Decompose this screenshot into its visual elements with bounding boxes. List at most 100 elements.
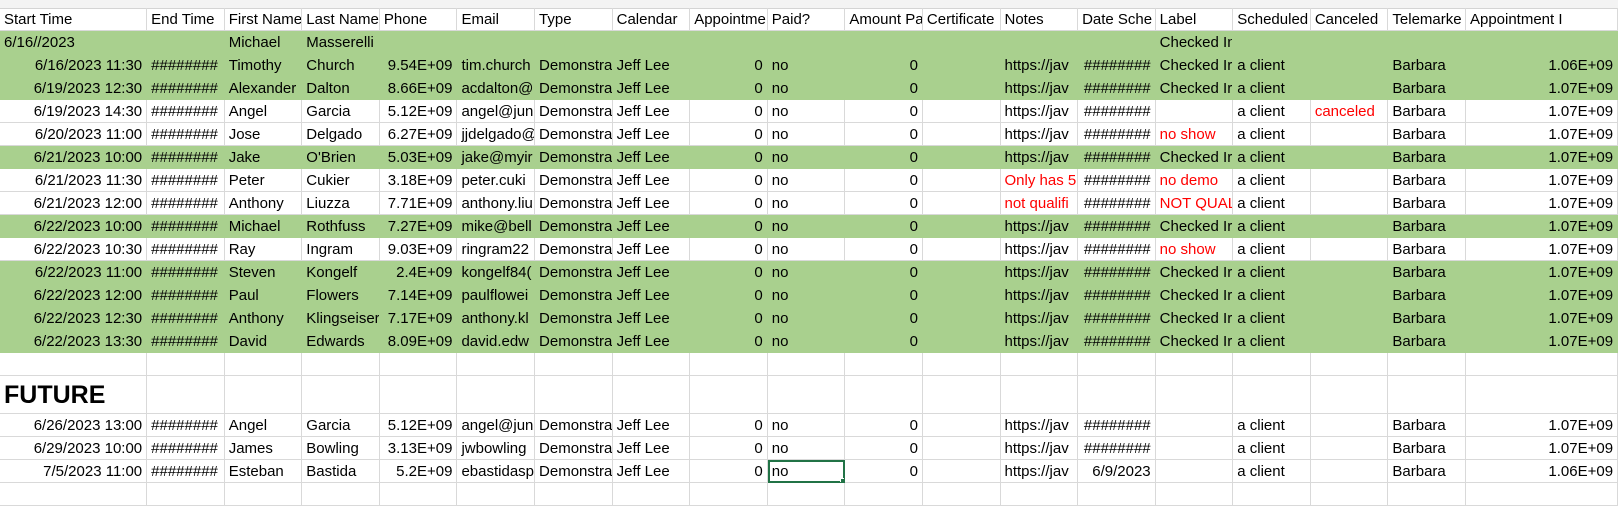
cell-last-name[interactable]: Garcia [302,100,380,123]
cell-start-time[interactable]: 6/20/2023 11:00 [0,123,148,146]
cell-appointment[interactable]: 0 [690,169,768,192]
cell-phone[interactable]: 7.27E+09 [379,215,458,238]
cell-certificate[interactable] [922,261,1001,284]
cell-email[interactable]: peter.cuki [457,169,536,192]
cell-type[interactable]: Demonstra [535,215,613,238]
cell-end-time[interactable]: ######## [147,146,225,169]
cell-empty[interactable] [302,483,380,506]
cell-empty[interactable] [535,353,613,376]
cell-certificate[interactable] [922,307,1001,330]
cell-end-time[interactable]: ######## [147,123,225,146]
cell-last-name[interactable]: Flowers [302,284,380,307]
cell-end-time[interactable]: ######## [147,54,225,77]
cell-email[interactable]: jjdelgado@ [457,123,536,146]
cell-paid[interactable]: no [767,192,846,215]
cell-scheduled[interactable] [1233,31,1311,54]
cell-scheduled[interactable]: a client [1233,169,1311,192]
cell-email[interactable]: angel@jun [457,100,536,123]
cell-empty[interactable] [1465,376,1618,414]
cell-label[interactable]: Checked Ir [1155,215,1234,238]
cell-appointment[interactable]: 0 [690,437,768,460]
cell-certificate[interactable] [922,146,1001,169]
cell-label[interactable]: no show [1155,123,1234,146]
cell-start-time[interactable]: 6/21/2023 12:00 [0,192,148,215]
cell-appointment-id[interactable]: 1.07E+09 [1465,192,1618,215]
cell-paid[interactable]: no [767,437,846,460]
cell-appointment[interactable]: 0 [690,77,768,100]
cell-last-name[interactable]: Ingram [302,238,380,261]
cell-first-name[interactable]: Peter [224,169,303,192]
cell-appointment[interactable] [690,31,768,54]
cell-canceled[interactable] [1310,437,1389,460]
cell-telemarketer[interactable]: Barbara [1388,123,1466,146]
cell-amount-paid[interactable]: 0 [845,100,923,123]
cell-certificate[interactable] [922,437,1001,460]
cell-empty[interactable] [1310,376,1389,414]
cell-label[interactable]: NOT QUAL [1155,192,1234,215]
cell-empty[interactable] [845,353,923,376]
cell-label[interactable] [1155,100,1234,123]
cell-label[interactable]: Checked Ir [1155,146,1234,169]
cell-scheduled[interactable]: a client [1233,123,1311,146]
cell-canceled[interactable] [1310,77,1389,100]
cell-telemarketer[interactable]: Barbara [1388,330,1466,353]
cell-start-time[interactable]: 7/5/2023 11:00 [0,460,148,483]
cell-type[interactable]: Demonstra [535,284,613,307]
cell-empty[interactable] [302,353,380,376]
cell-empty[interactable] [1000,483,1079,506]
cell-first-name[interactable]: Paul [224,284,303,307]
cell-end-time[interactable]: ######## [147,437,225,460]
cell-appointment[interactable]: 0 [690,54,768,77]
cell-appointment[interactable]: 0 [690,215,768,238]
cell-appointment-id[interactable]: 1.07E+09 [1465,77,1618,100]
cell-amount-paid[interactable]: 0 [845,54,923,77]
cell-first-name[interactable]: Anthony [224,307,303,330]
cell-telemarketer[interactable]: Barbara [1388,437,1466,460]
cell-first-name[interactable]: Alexander [224,77,303,100]
cell-appointment-id[interactable]: 1.07E+09 [1465,437,1618,460]
cell-email[interactable]: acdalton@ [457,77,536,100]
cell-appointment-id[interactable] [1465,31,1618,54]
table-row[interactable]: 6/21/2023 12:00 ######## Anthony Liuzza 7.71… [0,192,1618,215]
cell-type[interactable]: Demonstra [535,192,613,215]
cell-scheduled[interactable]: a client [1233,238,1311,261]
cell-phone[interactable]: 9.54E+09 [379,54,458,77]
cell-email[interactable] [457,31,536,54]
cell-amount-paid[interactable]: 0 [845,284,923,307]
cell-empty[interactable] [0,353,148,376]
cell-empty[interactable] [612,483,691,506]
cell-telemarketer[interactable]: Barbara [1388,169,1466,192]
table-row[interactable]: 6/22/2023 10:00 ######## Michael Rothfuss 7.… [0,215,1618,238]
cell-certificate[interactable] [922,54,1001,77]
cell-phone[interactable]: 3.18E+09 [379,169,458,192]
cell-amount-paid[interactable]: 0 [845,414,923,437]
cell-scheduled[interactable]: a client [1233,330,1311,353]
cell-canceled[interactable]: canceled [1310,100,1389,123]
cell-empty[interactable] [1233,353,1311,376]
cell-first-name[interactable]: Michael [224,215,303,238]
cell-paid[interactable]: no [767,146,846,169]
cell-empty[interactable] [612,353,691,376]
table-row[interactable]: 6/22/2023 13:30 ######## David Edwards 8.09E… [0,330,1618,353]
cell-notes[interactable]: https://jav [1000,460,1079,483]
cell-scheduled[interactable]: a client [1233,54,1311,77]
cell-date-scheduled[interactable]: ######## [1078,192,1156,215]
cell-telemarketer[interactable]: Barbara [1388,215,1466,238]
section-heading-future[interactable]: FUTURE [0,376,148,414]
cell-paid[interactable]: no [767,169,846,192]
cell-telemarketer[interactable]: Barbara [1388,414,1466,437]
cell-scheduled[interactable]: a client [1233,146,1311,169]
cell-last-name[interactable]: O'Brien [302,146,380,169]
cell-empty[interactable] [147,483,225,506]
cell-type[interactable]: Demonstra [535,54,613,77]
cell-certificate[interactable] [922,215,1001,238]
cell-scheduled[interactable]: a client [1233,437,1311,460]
table-row[interactable]: 7/5/2023 11:00 ######## Esteban Bastida 5.2E… [0,460,1618,483]
column-header-telemarketer[interactable]: Telemarke [1388,8,1466,31]
cell-notes[interactable]: https://jav [1000,330,1079,353]
cell-appointment[interactable]: 0 [690,123,768,146]
cell-email[interactable]: angel@jun [457,414,536,437]
cell-amount-paid[interactable]: 0 [845,146,923,169]
cell-empty[interactable] [690,483,768,506]
cell-notes[interactable]: Only has 5 [1000,169,1079,192]
